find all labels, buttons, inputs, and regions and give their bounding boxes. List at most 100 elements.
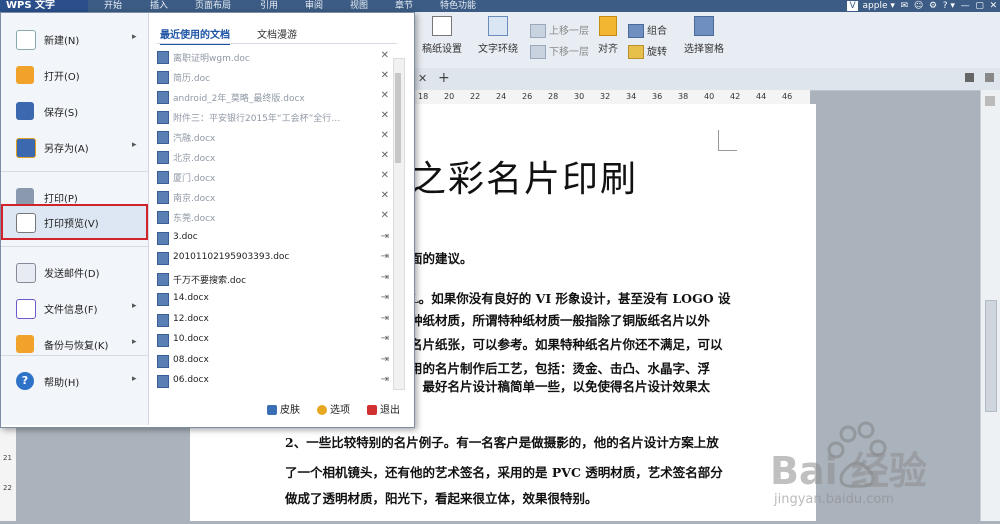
exit-label: 退出 [380,405,400,416]
tab-chapter[interactable]: 章节 [395,0,413,12]
tab-page-layout[interactable]: 页面布局 [195,0,231,12]
options-button[interactable]: 选项 [317,401,350,416]
pin-icon[interactable]: ⇥ [381,251,389,262]
menu-save[interactable]: 保存(S) [1,93,148,129]
pin-icon[interactable]: ⇥ [381,231,389,242]
recent-file-item[interactable]: 千万不要搜索.doc ⇥ [157,270,389,288]
recent-file-item[interactable]: 离职证明wgm.doc ✕ [157,48,389,66]
menu-new[interactable]: 新建(N) ▸ [1,21,148,57]
user-name[interactable]: apple [863,1,888,11]
document-line[interactable]: L。如果你没有良好的 VI 形象设计，甚至没有 LOGO 设 [410,288,730,307]
toolbar-icons[interactable]: ▾ ✉ ☺ ⚙ ? ▾ — ▢ ✕ [890,1,1000,11]
selection-pane-icon [694,16,714,36]
recent-file-item[interactable]: 10.docx ⇥ [157,331,389,349]
remove-icon[interactable]: ✕ [381,150,389,161]
paper-setting-button[interactable]: 稿纸设置 [420,16,464,55]
tab-view[interactable]: 视图 [350,0,368,12]
skin-button[interactable]: 皮肤 [267,401,300,416]
text-wrap-button[interactable]: 文字环绕 [474,16,522,55]
tab-insert[interactable]: 插入 [150,0,168,12]
remove-icon[interactable]: ✕ [381,210,389,221]
tab-review[interactable]: 审阅 [305,0,323,12]
recent-file-item[interactable]: 厦门.docx ✕ [157,168,389,186]
remove-icon[interactable]: ✕ [381,190,389,201]
chevron-right-icon: ▸ [132,140,137,150]
tab-document-roaming[interactable]: 文档漫游 [257,26,297,41]
text-wrap-icon [488,16,508,36]
tab-references[interactable]: 引用 [260,0,278,12]
recent-file-item[interactable]: 汽融.docx ✕ [157,128,389,146]
rotate-button[interactable]: 旋转 [628,43,667,59]
menu-print-preview[interactable]: 打印预览(V) [1,204,148,240]
document-line[interactable]: 做成了透明材质，阳光下，看起来很立体，效果很特别。 [285,488,598,507]
pin-icon[interactable]: ⇥ [381,313,389,324]
ruler-mark: 20 [444,92,455,101]
document-line[interactable]: ，最好名片设计稿简单一些，以免使得名片设计效果太 [410,376,710,395]
recent-file-item[interactable]: 简历.doc ✕ [157,68,389,86]
doc-file-icon [157,232,169,245]
document-line[interactable]: 了一个相机镜头，还有他的艺术签名，采用的是 PVC 透明材质，艺术签名部分 [285,462,723,481]
menu-backup-restore[interactable]: 备份与恢复(K) ▸ [1,326,148,362]
document-line[interactable]: 名片纸张，可以参考。如果特种纸名片你还不满足，可以 [410,334,723,353]
recent-file-item[interactable]: 东莞.docx ✕ [157,208,389,226]
scroll-up-icon[interactable] [985,96,995,106]
pin-icon[interactable]: ⇥ [381,333,389,344]
tab-home[interactable]: 开始 [104,0,122,12]
remove-icon[interactable]: ✕ [381,130,389,141]
user-area[interactable]: V apple ▾ ✉ ☺ ⚙ ? ▾ — ▢ ✕ [847,0,1000,12]
doc-file-icon [157,314,169,327]
remove-icon[interactable]: ✕ [381,170,389,181]
pin-icon[interactable]: ⇥ [381,354,389,365]
document-line[interactable]: 用的名片制作后工艺，包括：烫金、击凸、水晶字、浮 [410,358,710,377]
align-button[interactable]: 对齐 [595,16,621,55]
recent-file-item[interactable]: 南京.docx ✕ [157,188,389,206]
file-menu-commands: 新建(N) ▸ 打开(O) 保存(S) 另存为(A) ▸ 打印(P) 打印预览(… [1,13,149,425]
document-line[interactable]: 2、一些比较特别的名片例子。有一名客户是做摄影的，他的名片设计方案上放 [285,432,719,451]
pin-icon[interactable]: ⇥ [381,374,389,385]
recent-file-item[interactable]: android_2年_莫略_最终版.docx ✕ [157,88,389,106]
pin-icon[interactable]: ⇥ [381,272,389,283]
recent-file-item[interactable]: 3.doc ⇥ [157,229,389,247]
recent-file-item[interactable]: 08.docx ⇥ [157,352,389,370]
tab-special[interactable]: 特色功能 [440,0,476,12]
menu-backup-restore-label: 备份与恢复(K) [44,341,109,352]
menu-open[interactable]: 打开(O) [1,57,148,93]
layout-icon[interactable] [965,73,974,82]
remove-icon[interactable]: ✕ [381,110,389,121]
bring-forward-button[interactable]: 上移一层 [530,22,589,38]
remove-icon[interactable]: ✕ [381,70,389,81]
recent-file-name: 南京.docx [173,194,216,204]
pin-icon[interactable]: ⇥ [381,292,389,303]
menu-help[interactable]: ? 帮助(H) ▸ [1,363,148,399]
new-tab-icon[interactable]: + [438,70,450,86]
options-icon[interactable] [985,73,994,82]
new-doc-icon [16,30,36,50]
menu-send-mail[interactable]: 发送邮件(D) [1,254,148,290]
recent-file-item[interactable]: 12.docx ⇥ [157,311,389,329]
menu-save-as[interactable]: 另存为(A) ▸ [1,129,148,165]
menu-file-info[interactable]: 文件信息(F) ▸ [1,290,148,326]
close-tab-icon[interactable]: ✕ [418,72,427,85]
doc-file-icon [157,375,169,388]
exit-button[interactable]: 退出 [367,401,400,416]
document-line[interactable]: 种纸材质，所谓特种纸材质一般指除了铜版纸名片以外 [410,310,710,329]
selection-pane-button[interactable]: 选择窗格 [682,16,726,55]
group-button[interactable]: 组合 [628,22,667,38]
recent-list-scroll-thumb[interactable] [395,73,401,163]
scroll-thumb[interactable] [985,300,997,412]
paper-setting-label: 稿纸设置 [422,44,462,55]
remove-icon[interactable]: ✕ [381,50,389,61]
document-title[interactable]: 之彩名片印刷 [410,150,638,202]
recent-file-item[interactable]: 14.docx ⇥ [157,290,389,308]
document-line[interactable]: 面的建议。 [410,248,473,267]
wps-app-button[interactable]: WPS 文字 [0,0,88,12]
skin-label: 皮肤 [280,405,300,416]
recent-file-item[interactable]: 20101102195903393.doc ⇥ [157,249,389,267]
recent-file-item[interactable]: 附件三：平安银行2015年“工会杯”全行… ✕ [157,108,389,126]
recent-file-item[interactable]: 北京.docx ✕ [157,148,389,166]
recent-file-name: 简历.doc [173,74,211,84]
recent-file-item[interactable]: 06.docx ⇥ [157,372,389,390]
horizontal-ruler[interactable]: 18 20 22 24 26 28 30 32 34 36 38 40 42 4… [410,90,810,104]
send-backward-button[interactable]: 下移一层 [530,43,589,59]
remove-icon[interactable]: ✕ [381,90,389,101]
